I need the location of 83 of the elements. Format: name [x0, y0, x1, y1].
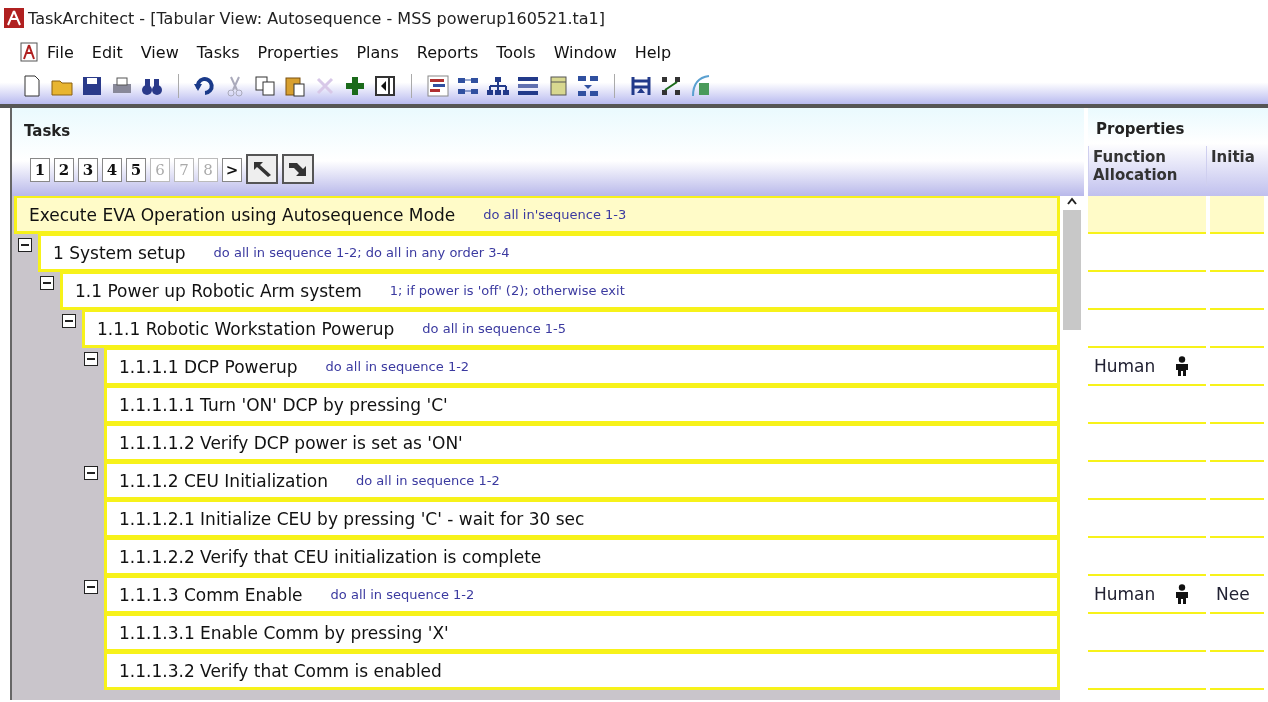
- task-label: 1.1.1.2 CEU Initialization: [119, 470, 328, 491]
- task-row[interactable]: 1.1.1 Robotic Workstation Powerup do all in sequence 1-5: [82, 310, 1060, 348]
- menu-item[interactable]: Edit: [82, 42, 132, 62]
- move-down-button[interactable]: [282, 154, 314, 184]
- task-label: 1.1.1.3 Comm Enable: [119, 584, 303, 605]
- panel-icon[interactable]: [373, 74, 397, 98]
- menu-item[interactable]: Window: [544, 42, 626, 62]
- allocation-text: Human: [1094, 584, 1156, 604]
- move-up-button[interactable]: [246, 154, 278, 184]
- plan-text: do all in sequence 1-2: [356, 473, 500, 488]
- app-logo-icon: [4, 8, 24, 28]
- allocation-text: Human: [1094, 356, 1156, 376]
- timeline-icon[interactable]: [629, 74, 653, 98]
- menu-item[interactable]: Properties: [248, 42, 348, 62]
- scroll-up-icon[interactable]: [1066, 196, 1078, 206]
- plan-text: do all in sequence 1-5: [422, 321, 566, 336]
- task-row[interactable]: 1.1 Power up Robotic Arm system 1; if power is 'off' (2); otherwise exit: [60, 272, 1060, 310]
- task-label: 1.1.1.2.1 Initialize CEU by pressing 'C' - wait for 30 sec: [119, 508, 585, 529]
- panel-title: Properties: [1095, 119, 1186, 140]
- task-label: 1.1.1.3.1 Enable Comm by pressing 'X': [119, 622, 449, 643]
- table-cell: [1210, 196, 1264, 234]
- collapse-icon[interactable]: [84, 580, 98, 594]
- menu-item[interactable]: Plans: [347, 42, 408, 62]
- undo-icon[interactable]: [193, 74, 217, 98]
- column-header[interactable]: Initia: [1206, 146, 1268, 186]
- menu-item[interactable]: Tools: [487, 42, 545, 62]
- plan-text: do all in'sequence 1-3: [483, 207, 627, 222]
- task-row[interactable]: 1.1.1.2.2 Verify that CEU initialization is complete: [104, 538, 1060, 576]
- menu-item[interactable]: Reports: [407, 42, 488, 62]
- save-icon[interactable]: [80, 74, 104, 98]
- collapse-icon[interactable]: [84, 352, 98, 366]
- paste-icon[interactable]: [283, 74, 307, 98]
- task-row[interactable]: 1.1.1.1 DCP Powerup do all in sequence 1-2: [104, 348, 1060, 386]
- task-row[interactable]: 1 System setup do all in sequence 1-2; do all in any order 3-4: [38, 234, 1060, 272]
- hierarchy-icon[interactable]: [486, 74, 510, 98]
- menu-item[interactable]: Help: [625, 42, 681, 62]
- person-icon: [1175, 584, 1190, 604]
- page-button[interactable]: 2: [54, 158, 74, 182]
- table-cell: Nee: [1210, 576, 1264, 614]
- copy-icon[interactable]: [253, 74, 277, 98]
- task-row[interactable]: 1.1.1.3 Comm Enable do all in sequence 1-2: [104, 576, 1060, 614]
- gantt-chart-icon[interactable]: [426, 74, 450, 98]
- task-row[interactable]: 1.1.1.2 CEU Initialization do all in sequence 1-2: [104, 462, 1060, 500]
- person-icon: [1175, 356, 1190, 376]
- menu-item[interactable]: File: [38, 42, 83, 62]
- collapse-icon[interactable]: [18, 238, 32, 252]
- task-label: 1.1.1.3.2 Verify that Comm is enabled: [119, 660, 442, 681]
- app-menu-icon[interactable]: [20, 42, 38, 62]
- scroll-thumb[interactable]: [1063, 210, 1081, 330]
- arrow-up-left-icon: [251, 159, 273, 179]
- task-row[interactable]: 1.1.1.3.2 Verify that Comm is enabled: [104, 652, 1060, 690]
- page-button[interactable]: 5: [126, 158, 146, 182]
- plan-text: do all in sequence 1-2: [330, 587, 475, 602]
- page-button[interactable]: 3: [78, 158, 98, 182]
- plus-icon[interactable]: [343, 74, 367, 98]
- page-button[interactable]: 1: [30, 158, 50, 182]
- panel-title: Tasks: [23, 121, 72, 142]
- task-row[interactable]: 1.1.1.3.1 Enable Comm by pressing 'X': [104, 614, 1060, 652]
- menu-item[interactable]: Tasks: [187, 42, 249, 62]
- menu-item[interactable]: View: [131, 42, 188, 62]
- plan-text: 1; if power is 'off' (2); otherwise exit: [389, 283, 625, 298]
- page-button[interactable]: 4: [102, 158, 122, 182]
- task-label: 1.1.1.1.1 Turn 'ON' DCP by pressing 'C': [119, 394, 448, 415]
- task-label: 1.1.1.1 DCP Powerup: [119, 356, 298, 377]
- task-label: 1.1 Power up Robotic Arm system: [75, 280, 362, 301]
- task-row[interactable]: 1.1.1.1.2 Verify DCP power is set as 'ON': [104, 424, 1060, 462]
- column-header[interactable]: Function Allocation: [1088, 146, 1206, 186]
- collapse-icon[interactable]: [40, 276, 54, 290]
- task-row[interactable]: 1.1.1.1.1 Turn 'ON' DCP by pressing 'C': [104, 386, 1060, 424]
- link-diagram-icon[interactable]: [659, 74, 683, 98]
- task-label: Execute EVA Operation using Autosequence Mode: [29, 204, 456, 225]
- page-button[interactable]: >: [222, 158, 242, 182]
- task-label: 1.1.1 Robotic Workstation Powerup: [97, 318, 395, 339]
- collapse-icon[interactable]: [62, 314, 76, 328]
- collapse-icon[interactable]: [84, 466, 98, 480]
- plan-text: do all in sequence 1-2: [325, 359, 470, 374]
- decision-tree-icon[interactable]: [576, 74, 600, 98]
- task-label: 1 System setup: [53, 242, 186, 263]
- task-label: 1.1.1.1.2 Verify DCP power is set as 'ON': [119, 432, 463, 453]
- task-label: 1.1.1.2.2 Verify that CEU initialization is complete: [119, 546, 542, 567]
- task-row[interactable]: 1.1.1.2.1 Initialize CEU by pressing 'C' - wait for 30 sec: [104, 500, 1060, 538]
- plan-text: do all in sequence 1-2; do all in any order 3-4: [213, 245, 510, 260]
- window-title: TaskArchitect - [Tabular View: Autosequence - MSS powerup160521.ta1]: [28, 8, 605, 28]
